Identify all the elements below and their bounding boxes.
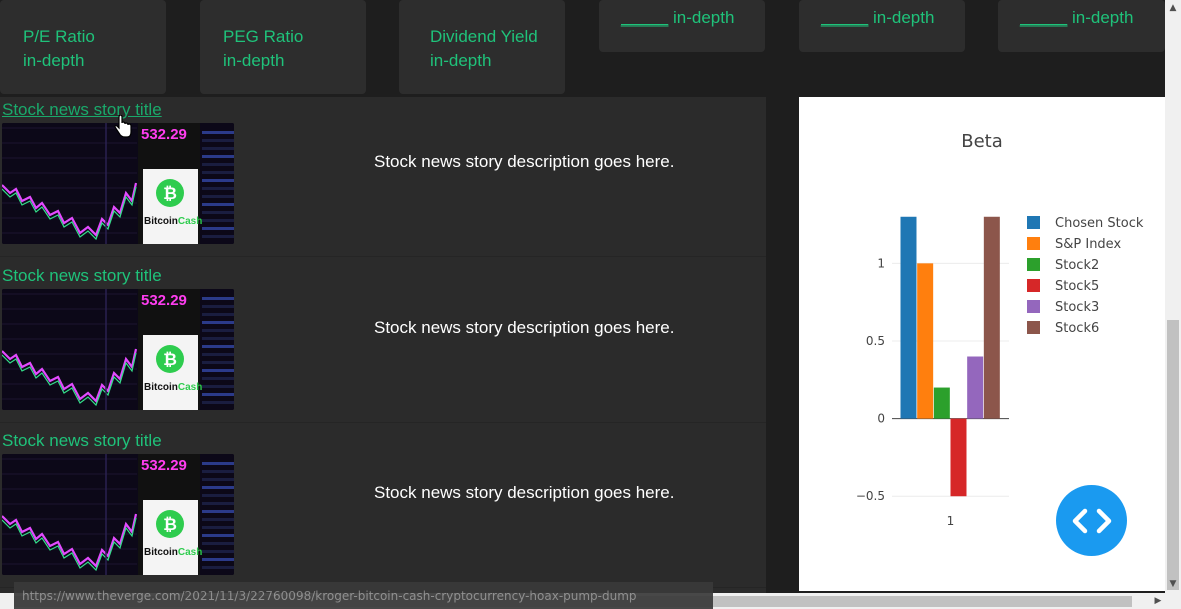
legend-label[interactable]: Chosen Stock [1055, 216, 1144, 231]
svg-text:532.29: 532.29 [141, 457, 187, 474]
scroll-down-arrow-icon[interactable]: ▼ [1165, 576, 1181, 592]
card-blank: _____ [821, 8, 869, 27]
legend-label[interactable]: Stock6 [1055, 321, 1099, 336]
placeholder-card-2[interactable]: _____ in-depth [799, 0, 965, 52]
y-tick-label: 1 [877, 256, 885, 270]
card-label: in-depth [223, 51, 285, 70]
news-description: Stock news story description goes here. [374, 152, 675, 171]
vertical-scrollbar[interactable]: ▲ ▼ [1165, 0, 1181, 609]
bar-stock2[interactable] [933, 387, 950, 419]
legend-swatch[interactable] [1027, 321, 1040, 334]
svg-text:₿: ₿ [163, 184, 177, 204]
bar-stock5[interactable] [950, 418, 967, 497]
news-thumbnail[interactable]: 532.29 ₿ BitcoinCash [2, 289, 234, 410]
news-thumbnail[interactable]: 532.29 ₿ BitcoinCash [2, 454, 234, 575]
legend-swatch[interactable] [1027, 237, 1040, 250]
card-label: in-depth [668, 8, 735, 27]
news-thumbnail[interactable]: 532.29 ₿ BitcoinCash [2, 123, 234, 244]
placeholder-card-3[interactable]: _____ in-depth [998, 0, 1165, 52]
card-label: in-depth [430, 51, 492, 70]
svg-text:532.29: 532.29 [141, 126, 187, 143]
y-tick-label: 0.5 [866, 334, 885, 348]
bar-stock3[interactable] [967, 356, 984, 419]
news-panel: Stock news story title 532.29 ₿ BitcoinCas… [0, 97, 766, 609]
crypto-chart-thumbnail-icon: 532.29 ₿ BitcoinCash [2, 123, 234, 244]
legend-swatch[interactable] [1027, 300, 1040, 313]
news-description: Stock news story description goes here. [374, 483, 675, 502]
news-title-link[interactable]: Stock news story title [2, 265, 162, 287]
news-item: Stock news story title 532.29 ₿ BitcoinCas… [0, 263, 766, 423]
scroll-right-arrow-icon[interactable]: ▶ [1150, 593, 1166, 609]
bar-chosen-stock[interactable] [900, 216, 917, 419]
crypto-chart-thumbnail-icon: 532.29 ₿ BitcoinCash [2, 289, 234, 410]
card-label: P/E Ratio [23, 27, 95, 46]
card-label: Dividend Yield [430, 27, 538, 46]
news-title-link[interactable]: Stock news story title [2, 430, 162, 452]
status-bar-url: https://www.theverge.com/2021/11/3/22760… [14, 582, 713, 609]
legend-swatch[interactable] [1027, 258, 1040, 271]
svg-text:BitcoinCash: BitcoinCash [144, 547, 202, 558]
y-tick-label: 0 [877, 412, 885, 426]
x-tick-label: 1 [947, 514, 955, 528]
card-blank: _____ [621, 8, 669, 27]
legend-label[interactable]: Stock2 [1055, 258, 1099, 273]
bar-s-p-index[interactable] [917, 263, 934, 419]
dividend-yield-card[interactable]: Dividend Yield in-depth [399, 0, 565, 94]
code-icon [1072, 508, 1111, 533]
svg-text:532.29: 532.29 [141, 292, 187, 309]
news-description: Stock news story description goes here. [374, 318, 675, 337]
legend-swatch[interactable] [1027, 216, 1040, 229]
legend-swatch[interactable] [1027, 279, 1040, 292]
crypto-chart-thumbnail-icon: 532.29 ₿ BitcoinCash [2, 454, 234, 575]
card-label: in-depth [1067, 8, 1134, 27]
scroll-up-arrow-icon[interactable]: ▲ [1165, 0, 1181, 16]
news-item: Stock news story title 532.29 ₿ BitcoinCas… [0, 428, 766, 588]
legend-label[interactable]: Stock5 [1055, 279, 1099, 294]
scrollbar-thumb[interactable] [1167, 320, 1179, 590]
svg-text:BitcoinCash: BitcoinCash [144, 382, 202, 393]
news-title-link[interactable]: Stock news story title [2, 99, 162, 121]
card-label: in-depth [23, 51, 85, 70]
peg-ratio-card[interactable]: PEG Ratio in-depth [200, 0, 366, 94]
legend-label[interactable]: S&P Index [1055, 237, 1121, 252]
svg-text:BitcoinCash: BitcoinCash [144, 216, 202, 227]
card-label: in-depth [868, 8, 935, 27]
legend-label[interactable]: Stock3 [1055, 300, 1099, 315]
card-label: PEG Ratio [223, 27, 304, 46]
code-toggle-button[interactable] [1056, 485, 1127, 556]
y-tick-label: −0.5 [856, 489, 885, 503]
card-blank: _____ [1020, 8, 1068, 27]
pe-ratio-card[interactable]: P/E Ratio in-depth [0, 0, 166, 94]
svg-text:₿: ₿ [163, 515, 177, 535]
hand-cursor-icon [114, 115, 132, 138]
placeholder-card-1[interactable]: _____ in-depth [599, 0, 765, 52]
bar-stock6[interactable] [983, 216, 1000, 419]
svg-text:₿: ₿ [163, 350, 177, 370]
